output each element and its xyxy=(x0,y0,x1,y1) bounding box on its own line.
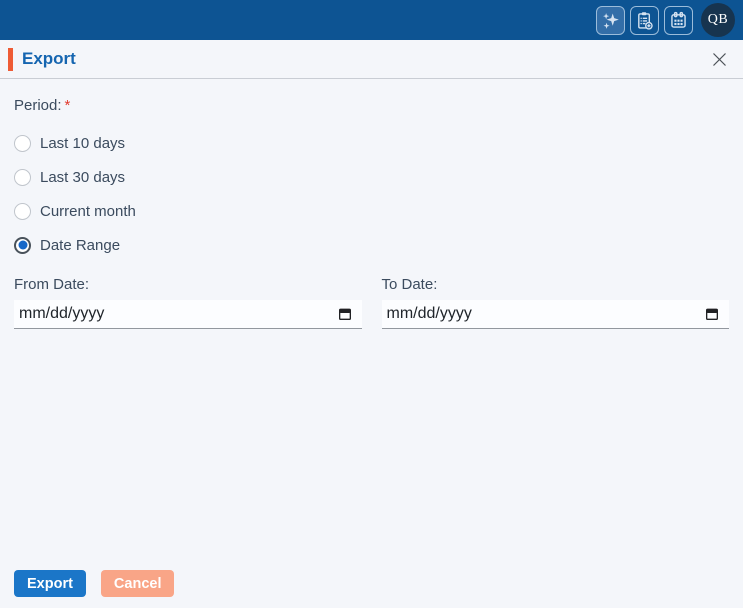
to-date-input[interactable]: mm/dd/yyyy xyxy=(381,300,729,329)
title-accent-bar xyxy=(8,47,13,71)
period-radio-group: Last 10 days Last 30 days Current month … xyxy=(14,126,729,262)
new-report-button[interactable] xyxy=(630,5,659,35)
from-date-label: From Date: xyxy=(14,276,90,293)
to-date-placeholder: mm/dd/yyyy xyxy=(386,305,472,322)
close-button[interactable] xyxy=(709,49,729,69)
radio-icon xyxy=(14,168,31,186)
schedule-button[interactable] xyxy=(664,5,693,35)
radio-label: Date Range xyxy=(40,236,121,254)
radio-label: Last 30 days xyxy=(40,168,126,186)
radio-label: Current month xyxy=(40,202,136,220)
footer-actions: Export Cancel xyxy=(14,570,175,597)
form-content: Period: * Last 10 days Last 30 days Curre… xyxy=(0,97,743,329)
period-label-text: Period: xyxy=(14,97,62,114)
ai-assistant-button[interactable] xyxy=(596,5,625,35)
radio-last-10-days[interactable]: Last 10 days xyxy=(14,126,729,160)
radio-icon xyxy=(14,202,31,220)
radio-current-month[interactable]: Current month xyxy=(14,194,729,228)
sparkles-icon xyxy=(600,10,621,31)
radio-label: Last 10 days xyxy=(40,134,126,152)
radio-icon xyxy=(14,236,31,254)
clipboard-add-icon xyxy=(634,10,655,31)
top-bar: QB xyxy=(0,0,743,40)
calendar-toolbar-icon xyxy=(668,10,689,31)
user-avatar[interactable]: QB xyxy=(701,3,735,37)
from-date-placeholder: mm/dd/yyyy xyxy=(19,305,105,322)
date-range-row: From Date: mm/dd/yyyy To Date: mm/dd/yyy… xyxy=(14,276,729,329)
avatar-initials: QB xyxy=(707,12,729,27)
panel-header: Export xyxy=(0,40,743,79)
from-date-group: From Date: mm/dd/yyyy xyxy=(14,276,362,329)
calendar-picker-icon[interactable] xyxy=(337,306,353,322)
required-marker: * xyxy=(64,97,71,114)
from-date-input[interactable]: mm/dd/yyyy xyxy=(14,300,362,329)
to-date-group: To Date: mm/dd/yyyy xyxy=(381,276,729,329)
radio-last-30-days[interactable]: Last 30 days xyxy=(14,160,729,194)
calendar-picker-icon[interactable] xyxy=(704,306,720,322)
to-date-label: To Date: xyxy=(381,276,438,293)
radio-icon xyxy=(14,134,31,152)
export-button[interactable]: Export xyxy=(14,570,86,597)
page-title: Export xyxy=(22,49,76,68)
close-icon xyxy=(711,51,728,68)
period-label: Period: * xyxy=(14,97,729,114)
export-panel: QB Export Period: * Last 10 days Last 30… xyxy=(0,0,743,608)
cancel-button[interactable]: Cancel xyxy=(100,570,175,597)
radio-date-range[interactable]: Date Range xyxy=(14,228,729,262)
